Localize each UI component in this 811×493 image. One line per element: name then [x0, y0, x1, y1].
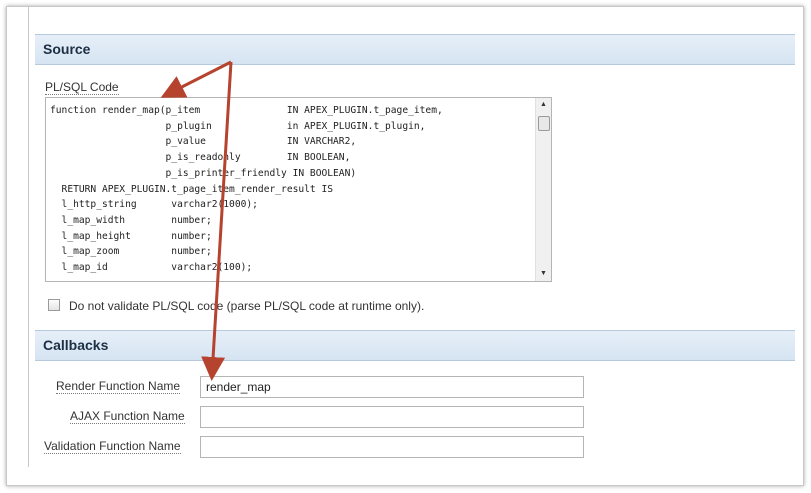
annotation-arrows	[160, 60, 233, 381]
arrow-to-render-field-icon	[201, 61, 233, 381]
arrow-to-code-icon	[160, 60, 232, 98]
